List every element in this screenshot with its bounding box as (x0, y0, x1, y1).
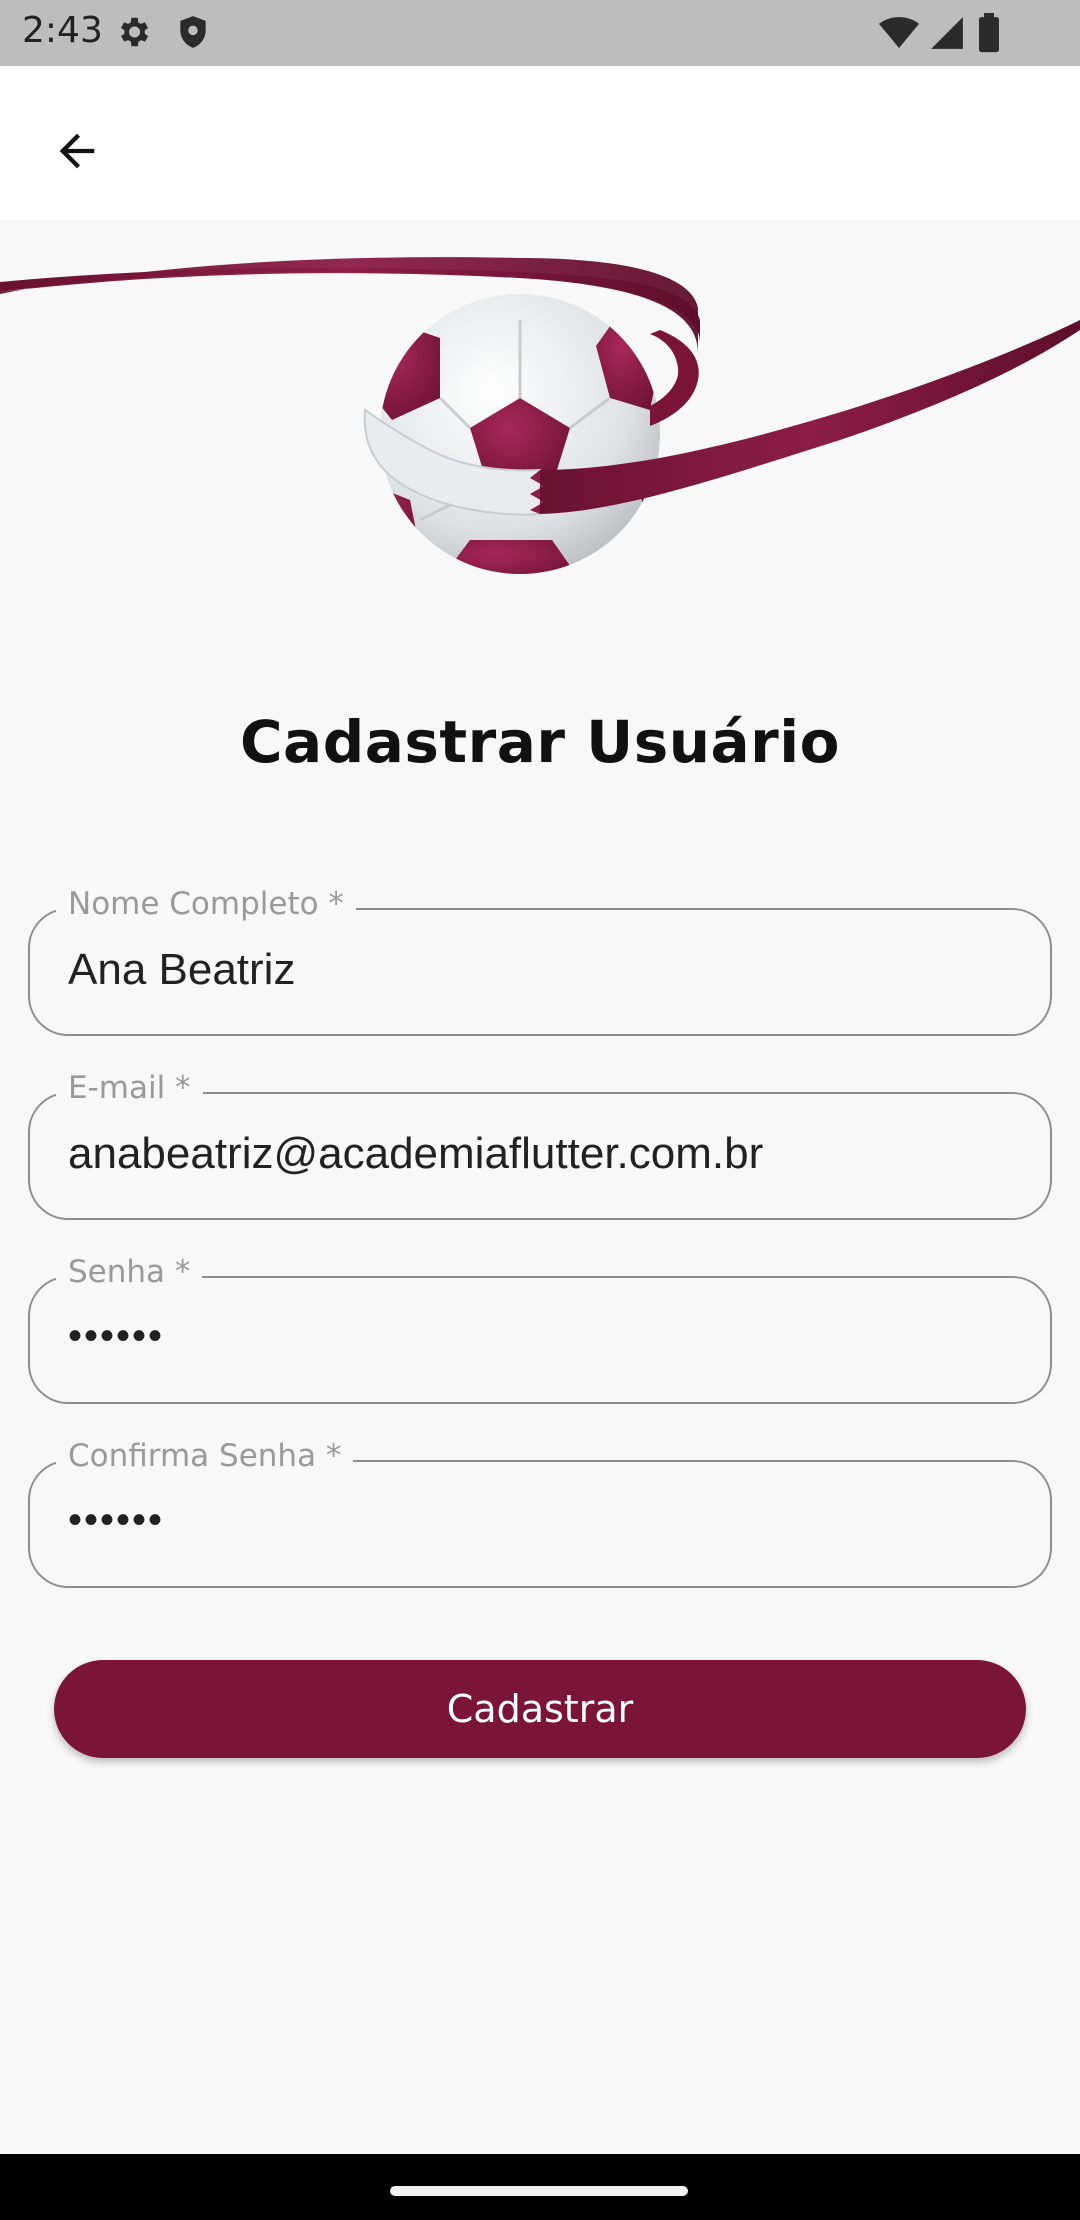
arrow-back-icon (59, 133, 95, 169)
password-field[interactable]: Senha * •••••• (28, 1252, 1052, 1404)
app-bar (0, 66, 1080, 220)
name-field-label: Nome Completo * (56, 884, 356, 924)
home-gesture-handle[interactable] (390, 2186, 688, 2196)
confirm-password-field[interactable]: Confirma Senha * •••••• (28, 1436, 1052, 1588)
wifi-icon (878, 13, 920, 58)
submit-button[interactable]: Cadastrar (54, 1660, 1026, 1758)
password-field-label: Senha * (56, 1252, 203, 1292)
confirm-password-field-label: Confirma Senha * (56, 1436, 354, 1476)
page-title: Cadastrar Usuário (239, 708, 841, 776)
soccer-ball-ribbon-logo (0, 257, 1080, 574)
back-button[interactable] (34, 108, 120, 194)
name-field-value[interactable]: Ana Beatriz (68, 942, 1020, 998)
shield-icon (174, 13, 212, 56)
signal-icon (928, 13, 966, 58)
name-field[interactable]: Nome Completo * Ana Beatriz (28, 884, 1052, 1036)
battery-icon (976, 13, 1002, 58)
email-field-value[interactable]: anabeatriz@academiaflutter.com.br (68, 1126, 1020, 1182)
hero-logo (0, 220, 1080, 640)
password-field-value[interactable]: •••••• (68, 1308, 1020, 1364)
email-field[interactable]: E-mail * anabeatriz@academiaflutter.com.… (28, 1068, 1052, 1220)
email-field-label: E-mail * (56, 1068, 203, 1108)
confirm-password-field-value[interactable]: •••••• (68, 1492, 1020, 1548)
gear-icon (114, 13, 152, 56)
system-nav-bar (0, 2154, 1080, 2220)
status-time: 2:43 (22, 10, 103, 51)
status-bar: 2:43 (0, 0, 1080, 66)
submit-button-label: Cadastrar (446, 1687, 634, 1731)
